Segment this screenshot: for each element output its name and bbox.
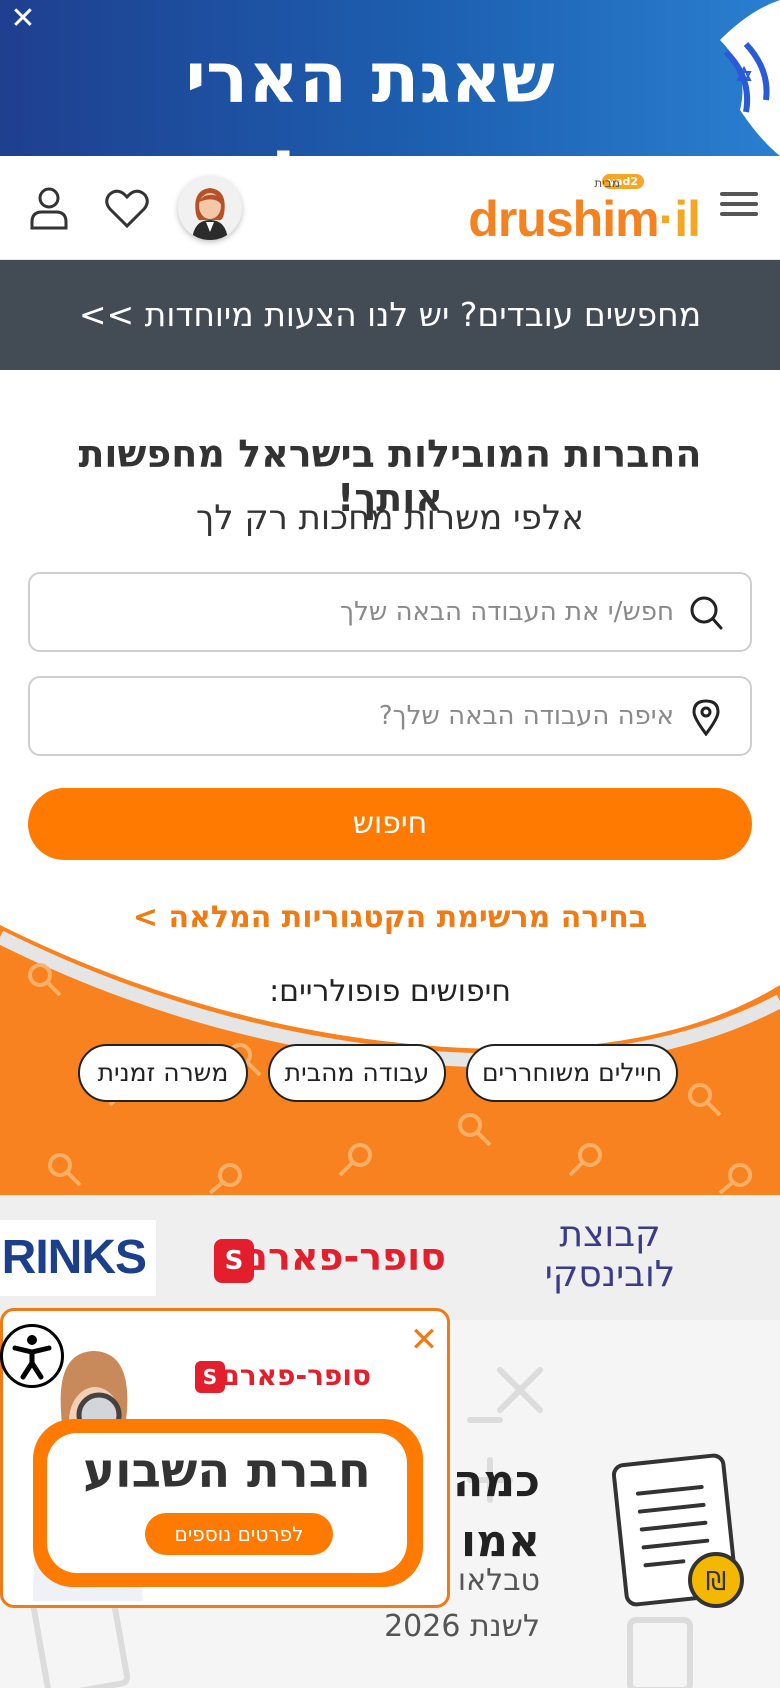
svg-text:₪: ₪ (706, 1567, 726, 1597)
employers-promo-bar[interactable]: מחפשים עובדים? יש לנו הצעות מיוחדות >> (0, 260, 780, 370)
user-icon[interactable] (28, 186, 70, 232)
popular-chip-work-from-home[interactable]: עבודה מהבית (268, 1044, 446, 1102)
search-icon (690, 596, 723, 630)
popular-chip-discharged-soldiers[interactable]: חיילים משוחררים (466, 1044, 678, 1102)
accessibility-icon (12, 1335, 52, 1380)
site-header: yad2 מבית drushim·il (0, 156, 780, 260)
location-input[interactable] (46, 696, 674, 736)
brinks-logo[interactable]: RINKS (0, 1220, 156, 1296)
drushim-logo[interactable]: yad2 מבית drushim·il (468, 174, 701, 247)
popup-superpharm-logo: S סופר-פארם (181, 1357, 371, 1397)
job-search-field[interactable] (28, 572, 752, 652)
lubinski-logo[interactable]: קבוצת לובינסקי (540, 1215, 680, 1301)
logo-subtext: מבית (594, 176, 620, 190)
accessibility-button[interactable] (0, 1324, 64, 1388)
superpharm-logo[interactable]: S סופר-פארם (206, 1231, 446, 1287)
hero-subtitle: אלפי משרות מחכות רק לך (196, 498, 584, 538)
lubinski-line1: קבוצת (559, 1214, 661, 1255)
lubinski-line2: לובינסקי (544, 1254, 676, 1295)
banner-headline: שאגת הארי תנצח! (185, 37, 555, 156)
company-of-week-popup[interactable]: ✕ S סופר-פארם חברת השבוע לפרטים נוספים (0, 1308, 450, 1608)
categories-link[interactable]: בחירה מרשימת הקטגוריות המלאה > (20, 900, 760, 935)
superpharm-logo-text: סופר-פארם (241, 1235, 446, 1279)
search-section: החברות המובילות בישראל מחפשות אותך! אלפי… (0, 370, 780, 1195)
israel-flag-icon (720, 0, 780, 156)
logo-wordmark: drushim·il (468, 191, 701, 247)
search-button[interactable]: חיפוש (28, 788, 752, 860)
avatar[interactable] (178, 176, 242, 240)
popular-chip-temporary-job[interactable]: משרה זמנית (78, 1044, 248, 1102)
popup-brand-text: סופר-פארם (220, 1359, 371, 1392)
banner-close-icon[interactable]: ✕ (6, 2, 40, 36)
hamburger-icon[interactable] (720, 186, 758, 226)
article-text-line2: לשנת 2026 (384, 1609, 540, 1644)
top-banner[interactable]: ✕ שאגת הארי תנצח! (0, 0, 780, 156)
location-field[interactable] (28, 676, 752, 756)
heart-icon[interactable] (104, 186, 150, 232)
popup-details-button[interactable]: לפרטים נוספים (145, 1513, 333, 1555)
popup-close-icon[interactable]: ✕ (407, 1323, 441, 1357)
popup-headline: חברת השבוע (83, 1443, 371, 1499)
job-search-input[interactable] (46, 592, 674, 632)
companies-logo-strip: RINKS S סופר-פארם קבוצת לובינסקי (0, 1195, 780, 1320)
document-shekel-icon: ₪ (611, 1453, 744, 1608)
location-pin-icon (692, 699, 720, 736)
popular-searches-title: חיפושים פופולריים: (269, 974, 511, 1009)
